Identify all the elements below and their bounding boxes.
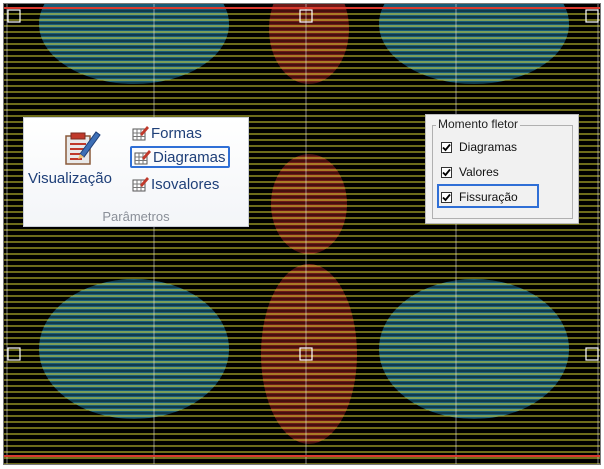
momento-fletor-panel: Momento fletor Diagramas Valores Fissura… bbox=[425, 114, 579, 224]
contour-plot bbox=[4, 4, 600, 464]
isovalores-label: Isovalores bbox=[151, 175, 220, 193]
grid-edit-icon bbox=[132, 176, 149, 192]
diagramas-checkbox-label: Diagramas bbox=[459, 140, 518, 154]
fissuracao-checkbox-label: Fissuração bbox=[459, 190, 518, 204]
grid-edit-icon bbox=[132, 125, 149, 141]
diagramas-checkbox[interactable]: Diagramas bbox=[441, 140, 517, 154]
ribbon-group-label: Parâmetros bbox=[102, 209, 170, 224]
visualizacao-label: Visualização bbox=[28, 170, 112, 187]
valores-checkbox[interactable]: Valores bbox=[441, 165, 499, 179]
valores-checkbox-label: Valores bbox=[459, 165, 499, 179]
grid-edit-icon bbox=[134, 149, 151, 165]
screenshot-stage: Visualização Formas Diagramas Isovalores… bbox=[0, 0, 604, 469]
checkbox-checked-icon[interactable] bbox=[441, 191, 452, 203]
formas-button[interactable]: Formas bbox=[130, 122, 204, 144]
groupbox-title: Momento fletor bbox=[436, 117, 521, 131]
visualizacao-button[interactable]: Visualização bbox=[28, 126, 134, 196]
checkbox-checked-icon[interactable] bbox=[441, 166, 452, 178]
ribbon-group-parametros: Visualização Formas Diagramas Isovalores… bbox=[23, 117, 249, 227]
diagramas-button[interactable]: Diagramas bbox=[130, 146, 230, 168]
formas-label: Formas bbox=[151, 124, 202, 142]
clipboard-pencil-icon bbox=[62, 126, 102, 166]
diagramas-label: Diagramas bbox=[153, 148, 226, 166]
momento-fletor-groupbox: Momento fletor Diagramas Valores Fissura… bbox=[432, 117, 573, 219]
slab-results-viewport[interactable] bbox=[3, 3, 601, 465]
checkbox-checked-icon[interactable] bbox=[441, 141, 452, 153]
fissuracao-checkbox[interactable]: Fissuração bbox=[441, 190, 518, 204]
isovalores-button[interactable]: Isovalores bbox=[130, 173, 221, 195]
